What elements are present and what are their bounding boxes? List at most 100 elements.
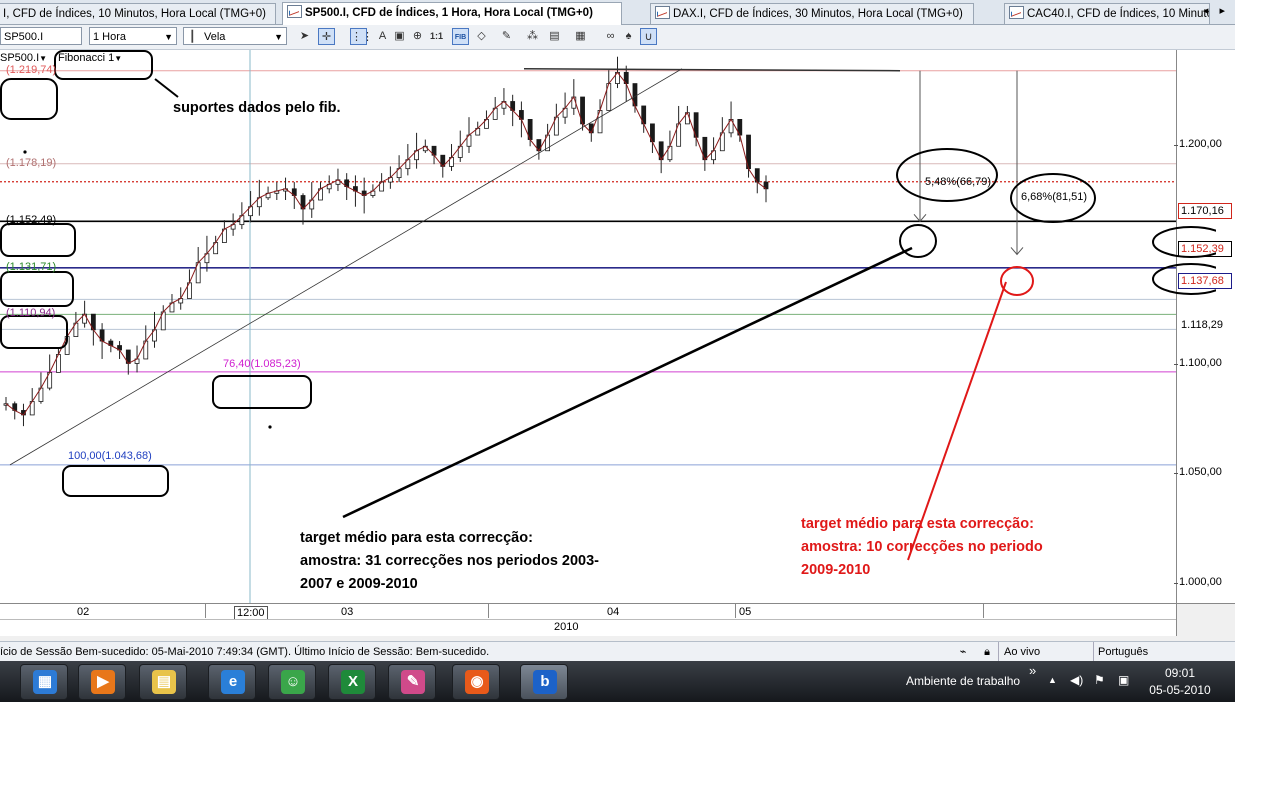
broker-app-icon: b [533,670,557,694]
glasses-icon[interactable]: ∞ [602,28,619,45]
taskbar-folder-button[interactable]: ▤ [139,664,187,700]
taskbar-broker-app-button[interactable]: b [520,664,568,700]
chart-type-select[interactable]: ┃ Vela ▼ [183,27,287,45]
tab-label: CAC40.I, CFD de Índices, 10 Minutos, Hor… [1027,8,1209,20]
template-icon[interactable]: ▤ [546,28,563,45]
magnet-icon[interactable]: ∪ [640,28,657,45]
tray-expand-icon[interactable]: ▲ [1048,675,1057,685]
layout-icon[interactable]: ▦ [572,28,589,45]
retracement-percent-label: 5,48%(66,79) [925,176,992,188]
taskbar-excel-button[interactable]: X [328,664,376,700]
hand-box [0,223,76,257]
tab-label: DAX.I, CFD de Índices, 30 Minutos, Hora … [673,8,963,20]
timeframe-select[interactable]: 1 Hora ▼ [89,27,177,45]
tab-scroll-arrows[interactable]: ◂ ▸ [1203,4,1229,17]
time-axis[interactable]: 02 12:00 03 04 05 2010 [0,603,1176,636]
time-separator [488,604,489,618]
last-price-box: 1.170,16 [1178,203,1232,219]
session-status: ício de Sessão Bem-sucedido: 05-Mai-2010… [0,646,490,658]
taskbar-media-player-button[interactable]: ▶ [78,664,126,700]
price-chart-area[interactable]: SP500.I▼ Fibonacci 1▼ (1.219,74) (1.178,… [0,50,1176,603]
chart-settings-icon[interactable]: ▣ [391,28,408,45]
explorer-icon: ▦ [33,670,57,694]
flag-icon[interactable]: ⚑ [1094,673,1105,687]
volume-icon[interactable]: ◀) [1070,673,1083,687]
chevron-down-icon: ▼ [164,32,173,42]
desktop-toolbar-label[interactable]: Ambiente de trabalho [906,674,1020,688]
live-mode-label: Ao vivo [1004,646,1041,658]
chart-icon [287,5,302,18]
network-icon[interactable]: ▣ [1118,673,1129,687]
x-cursor-time: 12:00 [234,606,268,620]
fib-level-label: (1.110,94) [6,307,56,320]
fib-level-label: (1.178,19) [6,156,57,169]
fib-level-label: 76,40(1.085,23) [223,357,301,370]
pointer-icon[interactable]: ➤ [296,28,313,45]
tab-chart-1[interactable]: I, CFD de Índices, 10 Minutos, Hora Loca… [0,3,276,24]
time-separator [983,604,984,618]
chevron-down-icon: ▼ [39,54,48,63]
draw-icon[interactable]: ✎ [498,28,515,45]
show-more-toolbar[interactable]: » [1029,663,1036,678]
chart-icon [655,6,670,19]
zoom-reset-icon[interactable]: 1:1 [428,28,445,45]
taskbar-internet-explorer-button[interactable]: e [208,664,256,700]
excel-icon: X [341,670,365,694]
hand-pointer-line [154,78,179,98]
internet-explorer-icon: e [221,670,245,694]
supports-annotation: suportes dados pelo fib. [173,100,341,116]
instrument-field[interactable]: SP500.I [0,27,82,45]
status-bar: ício de Sessão Bem-sucedido: 05-Mai-2010… [0,641,1235,662]
taskbar-firefox-button[interactable]: ◉ [452,664,500,700]
taskbar-messenger-button[interactable]: ☺ [268,664,316,700]
hand-box [62,465,169,497]
paint-icon: ✎ [401,670,425,694]
x-day-label: 05 [739,606,752,618]
windows-taskbar: ▦ ▶ ▤ e ☺ X ✎ ◉ b » Ambiente de trabalho ▲ ◀) ⚑ … [0,661,1235,702]
x-day-label: 02 [77,606,90,618]
tab-chart-sp500[interactable]: SP500.I, CFD de Índices, 1 Hora, Hora Lo… [282,2,622,25]
hand-circle [899,224,937,258]
time-separator [205,604,206,618]
zoom-in-icon[interactable]: ⊕ [409,28,426,45]
instrument-value: SP500.I [4,31,44,43]
retracement-percent-label-2: 6,68%(81,51) [1021,191,1088,203]
hand-box [0,78,58,120]
indicators-icon[interactable]: ⁂ [524,28,541,45]
tab-label: SP500.I, CFD de Índices, 1 Hora, Hora Lo… [305,7,593,19]
bell-icon[interactable]: ♠ [620,28,637,45]
crosshair-icon[interactable]: ✛ [318,28,335,45]
firefox-icon: ◉ [465,670,489,694]
fib-icon[interactable]: FIB [452,28,469,45]
connection-icon[interactable]: ⌁ [953,642,973,662]
trading-app-window: I, CFD de Índices, 10 Minutos, Hora Loca… [0,0,1235,702]
lock-icon: 🔒︎ [984,646,990,658]
axis-corner [1176,603,1235,636]
chart-instrument-label[interactable]: SP500.I▼ [0,52,47,64]
chart-toolbar: SP500.I 1 Hora ▼ ┃ Vela ▼ ➤ ✛ ⋮⋮ A ▣ ⊕ 1:1 FIB ◇ ✎ ⁂ ▤… [0,25,1235,50]
tab-chart-dax[interactable]: DAX.I, CFD de Índices, 30 Minutos, Hora … [650,3,974,24]
hand-ellipse [1152,263,1216,295]
axis-annotations [1152,226,1216,295]
x-day-label: 04 [607,606,620,618]
fib-level-label: (1.219,74) [6,63,57,76]
clock-time[interactable]: 09:01 [1150,666,1210,680]
tab-chart-cac40[interactable]: CAC40.I, CFD de Índices, 10 Minutos, Hor… [1004,3,1210,24]
y-tick: 1.000,00 [1174,576,1222,588]
eraser-icon[interactable]: ◇ [473,28,490,45]
hand-box [212,375,312,409]
language-label[interactable]: Português [1098,642,1148,662]
media-player-icon: ▶ [91,670,115,694]
fib-level-label: (1.131,71) [6,260,57,273]
grid-icon[interactable]: ⋮⋮ [350,28,373,45]
timeframe-value: 1 Hora [93,31,127,43]
text-icon[interactable]: A [374,28,391,45]
taskbar-paint-button[interactable]: ✎ [388,664,436,700]
fibonacci-study-label[interactable]: Fibonacci 1▼ [58,52,122,64]
y-tick: 1.050,00 [1174,466,1222,478]
hand-arrow-black [342,246,913,519]
chart-icon [1009,6,1024,19]
x-day-label: 03 [341,606,354,618]
taskbar-explorer-button[interactable]: ▦ [20,664,68,700]
clock-date[interactable]: 05-05-2010 [1148,683,1212,697]
